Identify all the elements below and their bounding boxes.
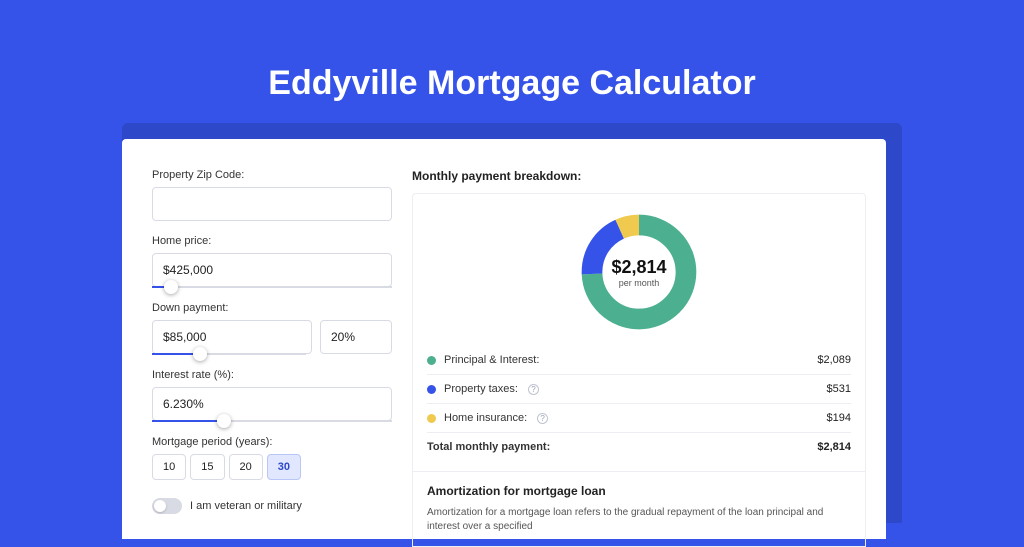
legend-row: Principal & Interest: $2,089 xyxy=(427,346,851,374)
period-pill-20[interactable]: 20 xyxy=(229,454,263,480)
legend-value: $2,089 xyxy=(817,354,851,366)
calculator-card: Property Zip Code: Home price: Down paym… xyxy=(122,139,886,539)
veteran-label: I am veteran or military xyxy=(190,500,302,512)
legend-total-value: $2,814 xyxy=(817,441,851,453)
period-label: Mortgage period (years): xyxy=(152,436,392,448)
home-price-slider-thumb[interactable] xyxy=(164,280,178,294)
period-pill-10[interactable]: 10 xyxy=(152,454,186,480)
zip-field: Property Zip Code: xyxy=(152,169,392,221)
amortization-title: Amortization for mortgage loan xyxy=(427,484,851,498)
donut-center: $2,814 per month xyxy=(577,210,701,334)
down-payment-input[interactable] xyxy=(152,320,312,354)
legend-row: Home insurance:? $194 xyxy=(427,403,851,432)
legend-dot xyxy=(427,414,436,423)
info-icon[interactable]: ? xyxy=(528,384,539,395)
legend-label: Property taxes: xyxy=(444,383,518,395)
breakdown-column: Monthly payment breakdown: $2,814 per mo… xyxy=(412,169,866,509)
down-payment-slider[interactable] xyxy=(152,353,306,355)
form-column: Property Zip Code: Home price: Down paym… xyxy=(152,169,392,509)
legend-dot xyxy=(427,385,436,394)
home-price-field: Home price: xyxy=(152,235,392,288)
card-backdrop: Property Zip Code: Home price: Down paym… xyxy=(122,123,902,523)
home-price-input[interactable] xyxy=(152,253,392,287)
breakdown-title: Monthly payment breakdown: xyxy=(412,169,866,183)
legend-row: Property taxes:? $531 xyxy=(427,374,851,403)
amortization-text: Amortization for a mortgage loan refers … xyxy=(427,506,851,534)
donut-chart: $2,814 per month xyxy=(577,210,701,334)
zip-input[interactable] xyxy=(152,187,392,221)
amortization-panel: Amortization for mortgage loan Amortizat… xyxy=(412,472,866,547)
down-payment-pct-input[interactable] xyxy=(320,320,392,354)
donut-sub: per month xyxy=(619,278,660,288)
legend-total-row: Total monthly payment: $2,814 xyxy=(427,432,851,461)
legend-value: $531 xyxy=(827,383,851,395)
info-icon[interactable]: ? xyxy=(537,413,548,424)
legend-label: Home insurance: xyxy=(444,412,527,424)
zip-label: Property Zip Code: xyxy=(152,169,392,181)
interest-input[interactable] xyxy=(152,387,392,421)
legend-total-label: Total monthly payment: xyxy=(427,441,550,453)
page-title: Eddyville Mortgage Calculator xyxy=(0,0,1024,123)
down-payment-field: Down payment: xyxy=(152,302,392,355)
interest-field: Interest rate (%): xyxy=(152,369,392,422)
period-pill-30[interactable]: 30 xyxy=(267,454,301,480)
legend: Principal & Interest: $2,089 Property taxe… xyxy=(427,346,851,461)
breakdown-panel: $2,814 per month Principal & Interest: $2… xyxy=(412,193,866,472)
legend-label: Principal & Interest: xyxy=(444,354,539,366)
period-field: Mortgage period (years): 10152030 xyxy=(152,436,392,480)
interest-label: Interest rate (%): xyxy=(152,369,392,381)
home-price-label: Home price: xyxy=(152,235,392,247)
donut-area: $2,814 per month xyxy=(427,204,851,346)
down-payment-slider-thumb[interactable] xyxy=(193,347,207,361)
interest-slider[interactable] xyxy=(152,420,392,422)
legend-value: $194 xyxy=(827,412,851,424)
home-price-slider[interactable] xyxy=(152,286,392,288)
donut-total: $2,814 xyxy=(611,257,666,278)
period-pill-15[interactable]: 15 xyxy=(190,454,224,480)
period-pills: 10152030 xyxy=(152,454,392,480)
down-payment-label: Down payment: xyxy=(152,302,392,314)
interest-slider-thumb[interactable] xyxy=(217,414,231,428)
legend-dot xyxy=(427,356,436,365)
